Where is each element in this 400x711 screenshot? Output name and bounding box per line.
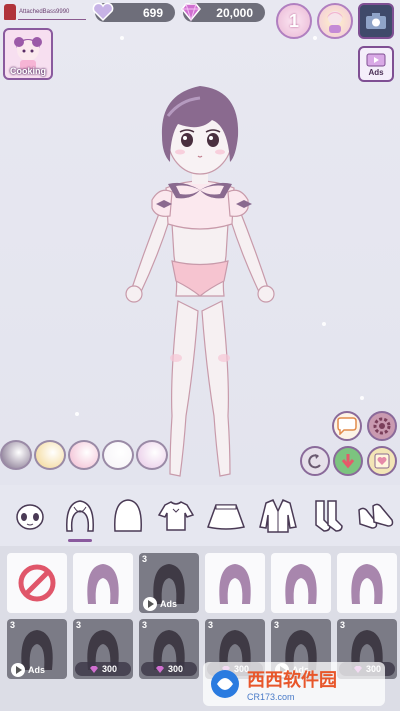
ad-label: Ads (160, 599, 178, 609)
hair-item[interactable] (337, 553, 397, 613)
player-name: AttachedBass9990 (19, 9, 70, 15)
heart-icon (91, 1, 115, 23)
hair-item[interactable] (73, 553, 133, 613)
hair-preview (276, 558, 326, 613)
item-count: 3 (274, 620, 280, 630)
ad-unlock: Ads (143, 597, 177, 611)
item-count: 3 (142, 620, 148, 630)
ads-label: Ads (368, 67, 384, 77)
none-item-button[interactable] (7, 553, 67, 613)
sparkle (322, 322, 326, 326)
watermark: 西西软件园 CR173.com (203, 662, 385, 706)
hair-preview (78, 558, 128, 613)
category-face[interactable] (8, 493, 52, 539)
gear-icon (373, 417, 391, 435)
gems-value: 20,000 (216, 5, 253, 20)
hair-item[interactable]: 3 Ads (139, 553, 199, 613)
socks-icon (315, 500, 343, 532)
hair-item[interactable]: 3 300 (73, 619, 133, 679)
diamond-icon (155, 665, 164, 673)
color-palette (0, 440, 168, 470)
gems-counter: 20,000 (181, 3, 265, 22)
undo-icon (308, 454, 321, 469)
download-button[interactable] (333, 446, 363, 476)
hair-item[interactable]: 3 300 (139, 619, 199, 679)
item-count: 3 (142, 554, 148, 564)
play-icon (143, 597, 157, 611)
divider (18, 19, 86, 20)
settings-button[interactable] (367, 411, 397, 441)
player-rank-icon (4, 4, 16, 20)
rank-badge[interactable]: 1 (276, 3, 312, 39)
color-swatch[interactable] (34, 440, 66, 470)
diamond-icon (89, 665, 98, 673)
item-count: 3 (208, 620, 214, 630)
color-swatch[interactable] (0, 440, 32, 470)
ad-unlock: Ads (11, 663, 45, 677)
ad-label: Ads (28, 665, 46, 675)
heart-frame-icon (374, 453, 390, 469)
diamond-icon (179, 1, 203, 23)
photo-button[interactable] (358, 3, 394, 39)
watermark-logo (211, 670, 239, 698)
gem-price: 300 (141, 662, 197, 676)
watermark-url: CR173.com (247, 692, 295, 702)
speech-bubble-icon (337, 417, 357, 435)
cooking-button[interactable]: Cooking (3, 28, 53, 80)
tv-icon (366, 53, 386, 66)
shoes-icon (358, 503, 394, 529)
watch-ads-button[interactable]: Ads (358, 46, 394, 82)
face-icon (16, 504, 44, 530)
price-value: 300 (101, 664, 118, 674)
hair-back-icon (114, 499, 142, 532)
camera-icon (366, 13, 386, 29)
item-count: 3 (10, 620, 16, 630)
category-jackets[interactable] (256, 493, 300, 539)
event-badge[interactable] (317, 3, 353, 39)
color-swatch[interactable] (68, 440, 100, 470)
sparkle (360, 396, 364, 400)
category-shoes[interactable] (354, 493, 398, 539)
hearts-value: 699 (142, 5, 163, 20)
color-swatch[interactable] (136, 440, 168, 470)
none-icon (18, 564, 56, 602)
category-skirts[interactable] (204, 493, 248, 539)
category-hair-back[interactable] (106, 493, 150, 539)
sparkle (313, 36, 317, 40)
chat-button[interactable] (332, 411, 362, 441)
avatar-icon (327, 11, 343, 33)
cooking-label: Cooking (10, 66, 46, 76)
hair-item[interactable]: 3 Ads (7, 619, 67, 679)
hair-preview (342, 558, 392, 613)
play-icon (11, 663, 25, 677)
chef-avatar-icon (14, 37, 42, 70)
hair-item[interactable] (271, 553, 331, 613)
hair-preview (210, 558, 260, 613)
skirt-icon (207, 504, 245, 530)
jacket-icon (259, 499, 297, 533)
category-tops[interactable] (154, 493, 198, 539)
hair-item[interactable] (205, 553, 265, 613)
gem-price: 300 (75, 662, 131, 676)
character-doll (125, 86, 275, 477)
closet-button[interactable] (367, 446, 397, 476)
sparkle (75, 412, 79, 416)
category-bar (0, 493, 400, 543)
hearts-counter: 699 (92, 2, 175, 22)
color-swatch[interactable] (102, 440, 134, 470)
sparkle (120, 36, 124, 40)
price-value: 300 (167, 664, 184, 674)
blouse-icon (157, 501, 195, 531)
rank-number: 1 (288, 10, 299, 31)
item-count: 3 (340, 620, 346, 630)
player-info[interactable]: AttachedBass9990 (4, 4, 69, 20)
category-socks[interactable] (306, 493, 350, 539)
watermark-title: 西西软件园 (247, 670, 337, 690)
item-count: 3 (76, 620, 82, 630)
category-hair-front[interactable] (58, 493, 102, 542)
hair-front-icon (66, 500, 94, 532)
arrow-down-icon (341, 454, 355, 469)
undo-button[interactable] (300, 446, 330, 476)
